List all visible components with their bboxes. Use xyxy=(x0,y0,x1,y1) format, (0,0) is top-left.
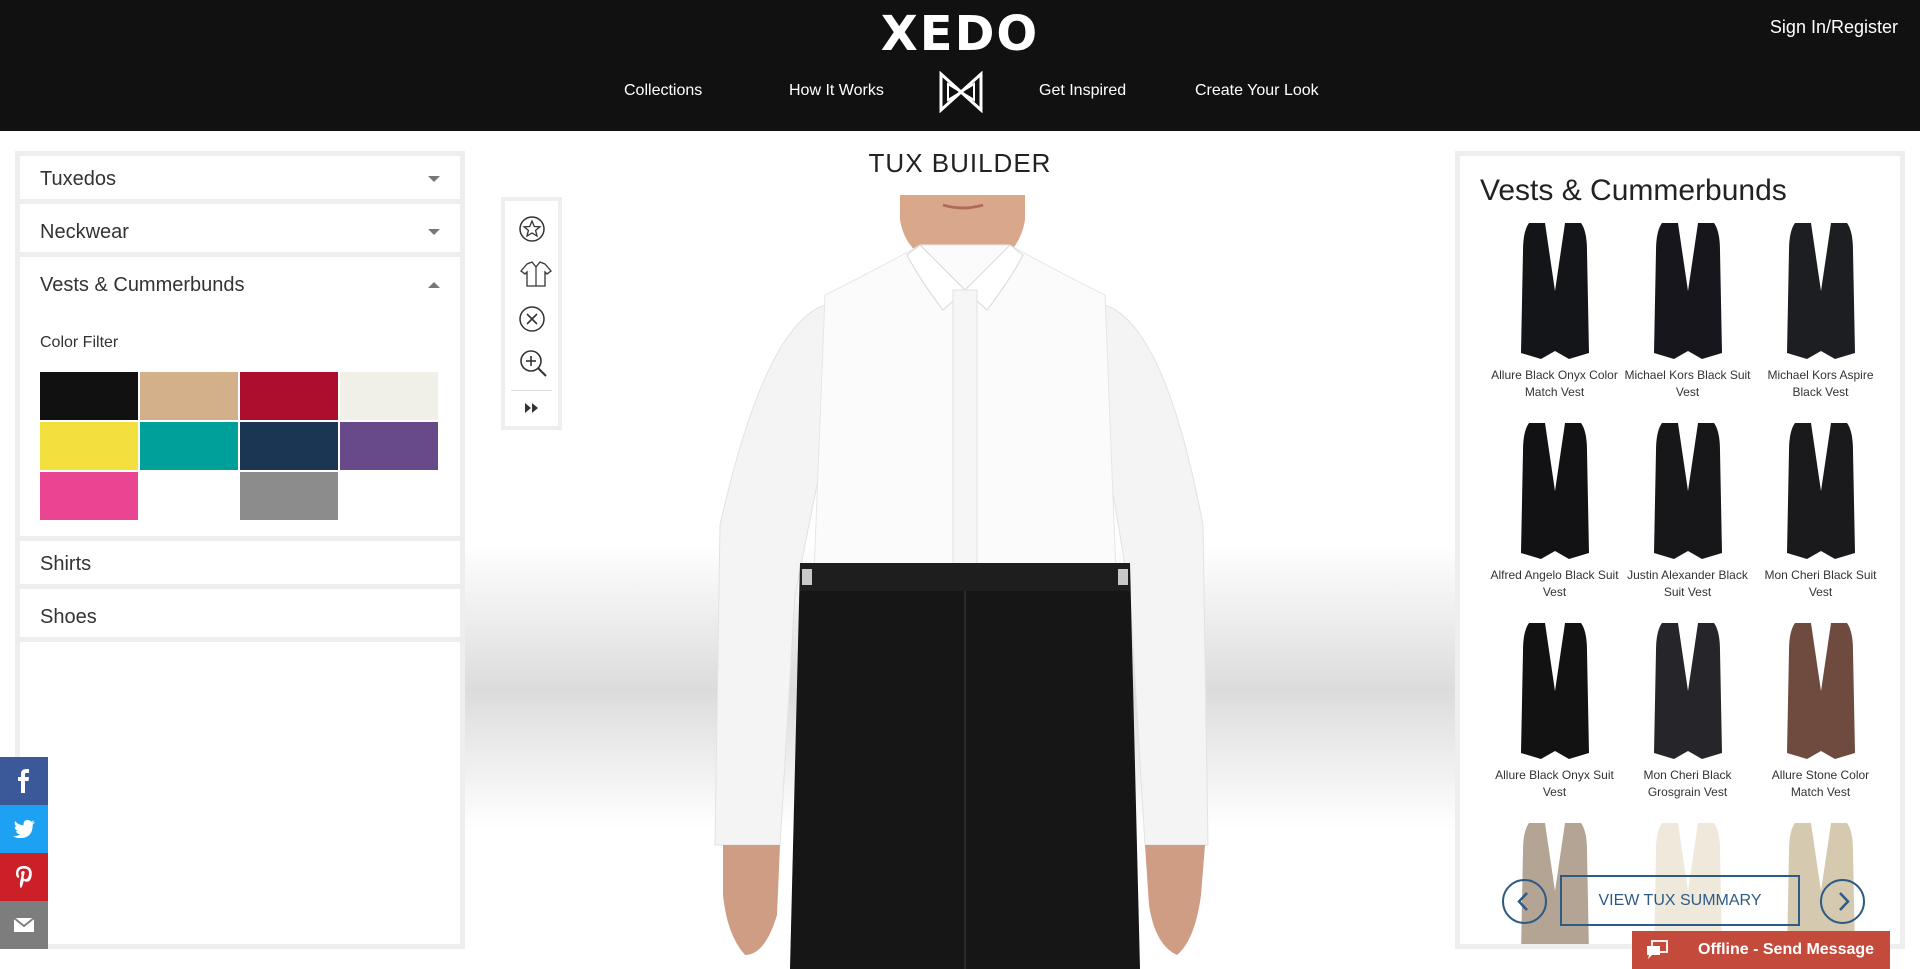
color-swatch[interactable] xyxy=(340,372,438,420)
color-filter-label: Color Filter xyxy=(40,334,119,351)
accordion-neckwear[interactable]: Neckwear xyxy=(20,209,460,257)
chat-label: Offline - Send Message xyxy=(1698,941,1875,958)
vest-name: Michael Kors Black Suit Vest xyxy=(1624,368,1751,399)
vest-name: Allure Stone Color Match Vest xyxy=(1771,768,1870,799)
color-swatch[interactable] xyxy=(240,422,338,470)
accordion-label: Neckwear xyxy=(40,221,129,243)
product-panel-title: Vests & Cummerbunds xyxy=(1480,174,1787,207)
color-swatch[interactable] xyxy=(40,422,138,470)
vest-thumbnail xyxy=(1653,423,1722,559)
outfit-preview xyxy=(465,195,1455,969)
color-swatch[interactable] xyxy=(140,372,238,420)
category-panel: Tuxedos Neckwear Vests & Cummerbunds Col… xyxy=(15,151,465,949)
color-swatch[interactable] xyxy=(240,372,338,420)
color-swatch[interactable] xyxy=(340,422,438,470)
next-button[interactable] xyxy=(1820,879,1865,924)
site-header: XEDO Sign In/Register Collections How It… xyxy=(0,0,1920,131)
twitter-icon xyxy=(13,820,35,838)
vest-product-card[interactable]: Allure Black Onyx Suit Vest xyxy=(1488,621,1621,811)
divider xyxy=(511,390,552,391)
twitter-share-button[interactable] xyxy=(0,805,48,853)
facebook-share-button[interactable] xyxy=(0,757,48,805)
outfit-model-image xyxy=(714,195,1209,969)
accordion-vests-cummerbunds[interactable]: Vests & Cummerbunds xyxy=(20,262,460,310)
nav-how-it-works[interactable]: How It Works xyxy=(789,82,884,100)
chevron-up-icon xyxy=(428,282,440,288)
preview-toolbar xyxy=(501,197,562,430)
vest-product-card[interactable]: Justin Alexander Black Suit Vest xyxy=(1621,421,1754,611)
chevron-right-icon xyxy=(1839,892,1850,911)
vest-thumbnail xyxy=(1520,423,1589,559)
vest-thumbnail xyxy=(1786,223,1855,359)
vest-name: Justin Alexander Black Suit Vest xyxy=(1627,568,1748,599)
offline-chat-button[interactable]: Offline - Send Message xyxy=(1632,931,1890,969)
fast-forward-icon[interactable] xyxy=(525,402,539,414)
email-icon xyxy=(13,917,35,932)
email-share-button[interactable] xyxy=(0,901,48,949)
vest-name: Mon Cheri Black Suit Vest xyxy=(1764,568,1877,599)
vest-thumbnail xyxy=(1653,223,1722,359)
color-swatch[interactable] xyxy=(240,472,338,520)
color-swatch[interactable] xyxy=(140,422,238,470)
color-swatch[interactable] xyxy=(40,372,138,420)
vest-product-card[interactable]: Allure Black Onyx Color Match Vest xyxy=(1488,221,1621,411)
vest-thumbnail xyxy=(1786,623,1855,759)
vest-name: Mon Cheri Black Grosgrain Vest xyxy=(1643,768,1732,799)
bowtie-logo-icon[interactable] xyxy=(938,71,984,113)
previous-button[interactable] xyxy=(1502,879,1547,924)
accordion-label: Vests & Cummerbunds xyxy=(40,274,245,296)
vest-product-card[interactable]: Alfred Angelo Black Suit Vest xyxy=(1488,421,1621,611)
color-swatch[interactable] xyxy=(140,472,238,520)
nav-get-inspired[interactable]: Get Inspired xyxy=(1039,82,1126,100)
vest-thumbnail xyxy=(1520,223,1589,359)
nav-create-your-look[interactable]: Create Your Look xyxy=(1195,82,1319,100)
pinterest-icon xyxy=(16,866,32,888)
facebook-icon xyxy=(18,769,29,793)
view-tux-summary-button[interactable]: VIEW TUX SUMMARY xyxy=(1560,875,1800,926)
vest-name: Alfred Angelo Black Suit Vest xyxy=(1490,568,1619,599)
color-swatch[interactable] xyxy=(40,472,138,520)
chat-bubble-icon xyxy=(1647,940,1668,959)
chevron-left-icon xyxy=(1517,892,1528,911)
site-logo[interactable]: XEDO xyxy=(0,6,1920,62)
vest-product-card[interactable]: Mon Cheri Black Grosgrain Vest xyxy=(1621,621,1754,811)
chevron-down-icon xyxy=(428,229,440,235)
vest-thumbnail xyxy=(1520,623,1589,759)
vest-name: Michael Kors Aspire Black Vest xyxy=(1767,368,1874,399)
nav-collections[interactable]: Collections xyxy=(624,82,702,100)
zoom-in-icon[interactable] xyxy=(519,349,547,377)
accordion-shoes[interactable]: Shoes xyxy=(20,594,460,642)
accordion-label: Shoes xyxy=(40,606,97,628)
vest-product-card[interactable]: Mon Cheri Black Suit Vest xyxy=(1754,421,1887,611)
outfit-view-icon[interactable] xyxy=(519,261,553,287)
sign-in-link[interactable]: Sign In/Register xyxy=(1770,17,1898,38)
vest-product-card[interactable]: Michael Kors Black Suit Vest xyxy=(1621,221,1754,411)
product-panel: Vests & Cummerbunds Allure Black Onyx Co… xyxy=(1455,151,1905,949)
vest-name: Allure Black Onyx Suit Vest xyxy=(1495,768,1614,799)
vest-product-card[interactable]: Michael Kors Aspire Black Vest xyxy=(1754,221,1887,411)
accordion-label: Shirts xyxy=(40,553,92,575)
remove-item-icon[interactable] xyxy=(519,306,545,332)
accordion-shirts[interactable]: Shirts xyxy=(20,541,460,589)
favorite-star-icon[interactable] xyxy=(519,216,545,242)
vest-name: Allure Black Onyx Color Match Vest xyxy=(1491,368,1618,399)
pinterest-share-button[interactable] xyxy=(0,853,48,901)
vest-thumbnail xyxy=(1786,423,1855,559)
vest-thumbnail xyxy=(1653,623,1722,759)
vest-product-card[interactable]: Allure Stone Color Match Vest xyxy=(1754,621,1887,811)
